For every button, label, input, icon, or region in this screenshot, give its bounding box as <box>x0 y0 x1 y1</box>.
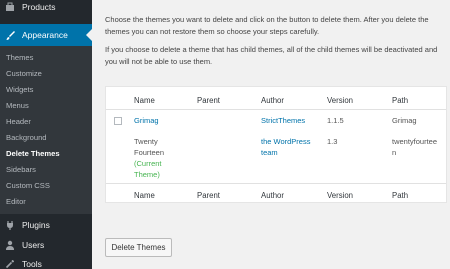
current-theme-label: (Current <box>134 159 162 168</box>
theme-path: Grimag <box>392 116 417 125</box>
col-footer-version: Version <box>327 191 354 200</box>
submenu-themes[interactable]: Themes <box>6 53 33 62</box>
delete-themes-button[interactable]: Delete Themes <box>105 238 172 257</box>
col-footer-name: Name <box>134 191 155 200</box>
submenu-header[interactable]: Header <box>6 117 31 126</box>
menu-users[interactable]: Users <box>0 237 92 253</box>
theme-checkbox-grimag[interactable] <box>114 117 122 125</box>
col-header-author: Author <box>261 96 284 105</box>
appearance-submenu: Themes Customize Widgets Menus Header Ba… <box>0 46 92 214</box>
col-footer-author: Author <box>261 191 284 200</box>
theme-name-grimag: Grimag <box>134 116 159 125</box>
themes-table: Name Parent Author Version Path Grimag S… <box>105 86 447 203</box>
theme-version: 1.3 <box>327 137 338 146</box>
submenu-editor[interactable]: Editor <box>6 197 26 206</box>
path-line: twentyfourtee <box>392 137 438 146</box>
col-header-parent: Parent <box>197 96 220 105</box>
intro-text: Choose the themes you want to delete and… <box>105 14 447 74</box>
menu-products-label: Products <box>22 2 56 12</box>
col-header-version: Version <box>327 96 354 105</box>
menu-users-label: Users <box>22 240 45 250</box>
plug-icon <box>4 219 16 231</box>
paintbrush-icon <box>4 29 16 41</box>
theme-author-link[interactable]: StrictThemes <box>261 115 305 126</box>
theme-version: 1.1.5 <box>327 116 344 125</box>
menu-appearance-label: Appearance <box>22 30 68 40</box>
col-footer-parent: Parent <box>197 191 220 200</box>
author-line: the WordPress <box>261 137 311 146</box>
submenu-menus[interactable]: Menus <box>6 101 29 110</box>
col-header-path: Path <box>392 96 409 105</box>
intro-paragraph-1: Choose the themes you want to delete and… <box>105 15 429 36</box>
submenu-background[interactable]: Background <box>6 133 47 142</box>
submenu-sidebars[interactable]: Sidebars <box>6 165 36 174</box>
menu-tools-label: Tools <box>22 259 42 269</box>
author-line: team <box>261 148 278 157</box>
divider <box>106 109 446 110</box>
admin-sidebar: Products Appearance Themes Customize Wid… <box>0 0 92 269</box>
path-line: n <box>392 148 397 157</box>
theme-path: twentyfourtee n <box>392 136 437 158</box>
wrench-icon <box>4 258 16 269</box>
theme-name-line: Twenty <box>134 137 158 146</box>
submenu-widgets[interactable]: Widgets <box>6 85 33 94</box>
intro-paragraph-2: If you choose to delete a theme that has… <box>105 45 438 66</box>
theme-author-link[interactable]: the WordPress team <box>261 136 310 158</box>
menu-products[interactable]: Products <box>0 0 92 14</box>
user-icon <box>4 239 16 251</box>
col-footer-path: Path <box>392 191 409 200</box>
menu-tools[interactable]: Tools <box>0 256 92 269</box>
submenu-custom-css[interactable]: Custom CSS <box>6 181 50 190</box>
menu-appearance[interactable]: Appearance <box>0 24 92 46</box>
theme-name-twentyfourteen: Twenty Fourteen (Current Theme) <box>134 136 164 180</box>
current-theme-label: Theme) <box>134 170 160 179</box>
menu-plugins[interactable]: Plugins <box>0 217 92 233</box>
divider <box>106 183 446 184</box>
col-header-name: Name <box>134 96 155 105</box>
submenu-delete-themes[interactable]: Delete Themes <box>6 149 60 158</box>
products-icon <box>4 1 16 13</box>
submenu-customize[interactable]: Customize <box>6 69 42 78</box>
theme-name-line: Fourteen <box>134 148 165 157</box>
main-content: Choose the themes you want to delete and… <box>92 0 450 269</box>
menu-plugins-label: Plugins <box>22 220 50 230</box>
